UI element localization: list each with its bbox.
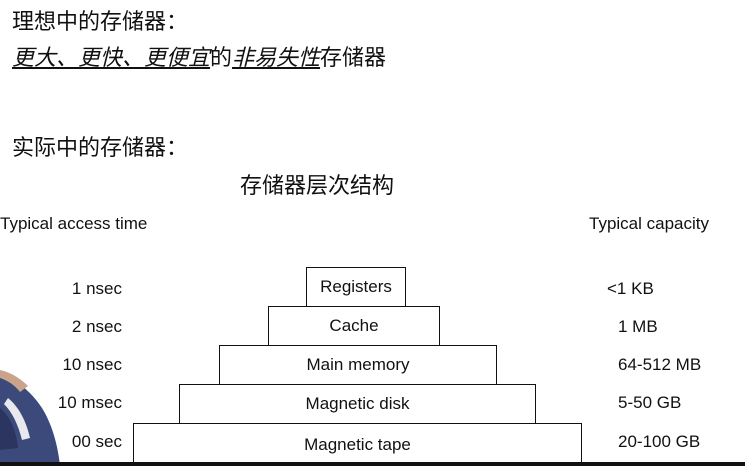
level-name: Cache: [329, 316, 379, 335]
hierarchy-title: 存储器层次结构: [240, 174, 395, 199]
level-name: Magnetic disk: [305, 394, 410, 413]
magnetic-tape-level: Magnetic tape: [133, 423, 582, 466]
presenter-video-thumbnail: [0, 368, 78, 466]
capacity-header: Typical capacity: [589, 214, 709, 233]
ideal-connector: 的: [210, 46, 233, 71]
ideal-memory-title: 理想中的存储器：: [12, 10, 189, 35]
actual-memory-title: 实际中的存储器：: [12, 136, 189, 161]
capacity-label: <1 KB: [607, 279, 654, 298]
access-time-header: Typical access time: [0, 214, 148, 233]
nonvolatile-term: 非易失性: [232, 46, 321, 71]
level-name: Main memory: [306, 355, 410, 374]
capacity-label: 64-512 MB: [618, 355, 702, 374]
main-memory-level: Main memory: [219, 345, 497, 385]
ideal-traits: 更大、更快、更便宜: [12, 46, 211, 71]
access-time-label: 2 nsec: [71, 317, 122, 336]
access-time-label: 1 nsec: [71, 279, 122, 298]
registers-level: Registers: [306, 267, 406, 307]
magnetic-disk-level: Magnetic disk: [179, 384, 536, 424]
bottom-border: [0, 462, 745, 466]
capacity-label: 5-50 GB: [618, 393, 682, 412]
cache-level: Cache: [268, 306, 440, 346]
capacity-label: 1 MB: [618, 317, 658, 336]
ideal-memory-description: 更大、更快、更便宜的非易失性存储器: [12, 40, 386, 72]
capacity-label: 20-100 GB: [618, 432, 701, 451]
level-name: Magnetic tape: [304, 434, 411, 454]
level-name: Registers: [320, 277, 392, 296]
ideal-noun: 存储器: [320, 46, 387, 71]
